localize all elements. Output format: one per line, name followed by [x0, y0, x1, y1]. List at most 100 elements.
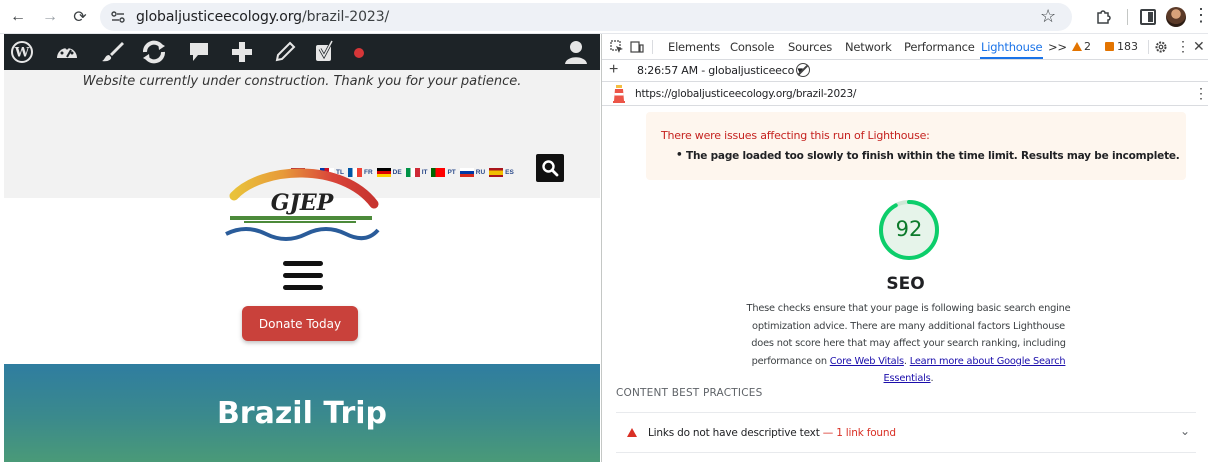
audit-row[interactable]: Links do not have descriptive text — 1 l… [616, 416, 1196, 450]
wp-admin-bar: W [4, 34, 600, 70]
score-value: 92 [895, 217, 923, 241]
warning-triangle-icon [1072, 42, 1082, 51]
website-viewport: W Website currently under construction. … [4, 34, 600, 462]
flag-pt-icon [431, 167, 446, 177]
report-url-bar: https://globaljusticeecology.org/brazil-… [602, 82, 1208, 106]
edit-pencil-icon[interactable] [274, 40, 296, 64]
url-text: globaljusticeecology.org/brazil-2023/ [136, 9, 389, 25]
audit-title: Links do not have descriptive text [648, 427, 820, 439]
toolbar-separator [1127, 9, 1128, 25]
report-menu-icon[interactable]: ⋮ [1194, 85, 1208, 102]
warning-title: There were issues affecting this run of … [661, 129, 930, 142]
search-essentials-link[interactable]: Learn more about Google Search Essential… [884, 356, 1066, 385]
tab-elements[interactable]: Elements [668, 40, 720, 54]
construction-notice: Website currently under construction. Th… [82, 74, 522, 89]
devtools-tab-bar: Elements Console Sources Network Perform… [602, 34, 1208, 60]
category-title: SEO [886, 274, 925, 294]
donate-button[interactable]: Donate Today [242, 306, 358, 341]
hero-title: Brazil Trip [216, 396, 388, 431]
category-description: These checks ensure that your page is fo… [742, 300, 1075, 388]
language-it[interactable]: IT [405, 167, 428, 177]
side-panel-icon[interactable] [1140, 9, 1156, 25]
updates-refresh-icon[interactable] [140, 40, 168, 64]
warnings-count: 2 [1084, 40, 1091, 53]
language-code: IT [421, 168, 428, 176]
tab-separator [652, 40, 653, 54]
inspect-element-icon[interactable] [610, 40, 624, 54]
issues-square-icon [1105, 42, 1114, 51]
clear-reports-icon[interactable] [796, 63, 810, 77]
logo-text: GJEP [271, 190, 335, 216]
tab-console[interactable]: Console [730, 40, 774, 54]
more-tabs-button[interactable]: >> [1048, 40, 1067, 54]
language-code: RU [475, 168, 486, 176]
lighthouse-logo-icon [613, 85, 625, 103]
flag-ru-icon [459, 167, 474, 177]
yoast-seo-icon[interactable] [314, 40, 340, 64]
active-tab-indicator [980, 57, 1043, 59]
dashboard-gauge-icon[interactable] [54, 40, 80, 64]
issues-count: 183 [1117, 40, 1138, 53]
tab-separator-2 [1148, 40, 1149, 54]
language-pt[interactable]: PT [431, 167, 456, 177]
language-code: PT [447, 168, 456, 176]
search-button[interactable] [536, 154, 564, 182]
extensions-puzzle-icon[interactable] [1095, 7, 1113, 25]
audit-count: 1 link found [836, 427, 896, 439]
language-code: ES [505, 168, 514, 176]
address-bar[interactable]: globaljusticeecology.org/brazil-2023/ [100, 3, 1072, 31]
audit-dash: — [819, 427, 837, 439]
section-title: CONTENT BEST PRACTICES [616, 387, 763, 399]
wordpress-logo-icon[interactable]: W [10, 40, 34, 64]
warnings-badge[interactable]: 2 [1072, 40, 1091, 53]
gjep-logo[interactable]: GJEP [222, 164, 382, 246]
core-web-vitals-link[interactable]: Core Web Vitals [830, 356, 904, 367]
new-content-plus-icon[interactable] [230, 40, 254, 64]
url-host: globaljusticeecology.org [136, 9, 302, 25]
browser-menu-icon[interactable]: ⋮ [1192, 6, 1208, 24]
run-warning-box: There were issues affecting this run of … [646, 112, 1186, 180]
report-selector[interactable]: 8:26:57 AM - globaljusticeeco ▾ [637, 64, 803, 77]
device-toolbar-icon[interactable] [630, 40, 644, 54]
audit-text: Links do not have descriptive text — 1 l… [648, 427, 896, 439]
search-icon [542, 160, 559, 177]
menu-hamburger-icon[interactable] [283, 261, 323, 293]
desc-text-3: . [930, 373, 934, 384]
language-ru[interactable]: RU [459, 167, 486, 177]
customize-brush-icon[interactable] [100, 40, 126, 64]
section-divider [616, 412, 1196, 413]
svg-text:W: W [14, 46, 30, 61]
report-url: https://globaljusticeecology.org/brazil-… [635, 88, 857, 100]
language-es[interactable]: ES [489, 167, 514, 177]
hero-banner: Brazil Trip [4, 364, 600, 462]
close-devtools-icon[interactable]: ✕ [1193, 38, 1205, 55]
settings-gear-icon[interactable] [1154, 40, 1168, 54]
comments-bubble-icon[interactable] [188, 40, 210, 64]
warning-item: The page loaded too slowly to finish wit… [676, 149, 1180, 162]
fail-triangle-icon [627, 428, 637, 437]
browser-toolbar: ← → ⟳ globaljusticeecology.org/brazil-20… [0, 0, 1208, 34]
lighthouse-toolbar: + 8:26:57 AM - globaljusticeeco ▾ [602, 60, 1208, 82]
devtools-panel: Elements Console Sources Network Perform… [601, 34, 1208, 462]
tab-network[interactable]: Network [845, 40, 892, 54]
profile-avatar[interactable] [1166, 7, 1186, 27]
tab-performance[interactable]: Performance [904, 40, 975, 54]
audit-divider [616, 452, 1196, 453]
forward-arrow-icon[interactable]: → [40, 7, 60, 27]
devtools-menu-icon[interactable]: ⋮ [1176, 38, 1190, 55]
tab-lighthouse[interactable]: Lighthouse [981, 40, 1043, 54]
flag-es-icon [489, 167, 504, 177]
site-settings-icon[interactable] [110, 9, 126, 25]
language-code: DE [392, 168, 402, 176]
issues-badge[interactable]: 183 [1105, 40, 1138, 53]
tab-sources[interactable]: Sources [788, 40, 832, 54]
seo-status-dot [354, 48, 364, 58]
chevron-down-icon[interactable]: ⌄ [1180, 424, 1190, 438]
new-report-plus-icon[interactable]: + [609, 61, 618, 79]
url-path: /brazil-2023/ [301, 9, 390, 25]
reload-icon[interactable]: ⟳ [70, 7, 90, 27]
flag-it-icon [405, 167, 420, 177]
bookmark-star-icon[interactable]: ☆ [1040, 6, 1056, 27]
back-arrow-icon[interactable]: ← [8, 7, 28, 27]
user-account-icon[interactable] [564, 39, 588, 65]
